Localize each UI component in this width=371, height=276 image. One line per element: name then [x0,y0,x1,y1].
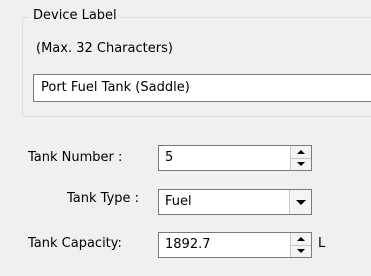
chevron-down-icon [297,249,305,254]
tank-capacity-increment-button[interactable] [291,233,311,245]
device-label-group [22,17,371,117]
chevron-up-icon [297,149,305,154]
device-label-hint: (Max. 32 Characters) [36,41,173,56]
tank-capacity-unit: L [318,236,326,251]
tank-number-label: Tank Number : [28,150,123,165]
tank-type-dropdown-button[interactable] [289,190,311,214]
chevron-down-icon [295,199,306,205]
tank-type-value: Fuel [165,194,192,209]
tank-capacity-decrement-button[interactable] [291,244,311,258]
chevron-up-icon [297,236,305,241]
tank-number-increment-button[interactable] [291,146,311,158]
tank-number-spin-buttons[interactable] [290,146,311,170]
tank-number-value: 5 [165,150,174,165]
tank-number-spinner[interactable]: 5 [158,145,312,171]
chevron-down-icon [297,162,305,167]
tank-capacity-label: Tank Capacity: [28,236,122,251]
tank-capacity-spinner[interactable]: 1892.7 [158,232,312,258]
device-label-group-title: Device Label [30,8,120,23]
tank-type-label: Tank Type : [67,191,140,206]
tank-type-select[interactable]: Fuel [158,189,312,215]
device-label-input[interactable]: Port Fuel Tank (Saddle) [33,74,371,102]
tank-capacity-spin-buttons[interactable] [290,233,311,257]
tank-number-decrement-button[interactable] [291,157,311,171]
tank-capacity-value: 1892.7 [165,237,211,252]
